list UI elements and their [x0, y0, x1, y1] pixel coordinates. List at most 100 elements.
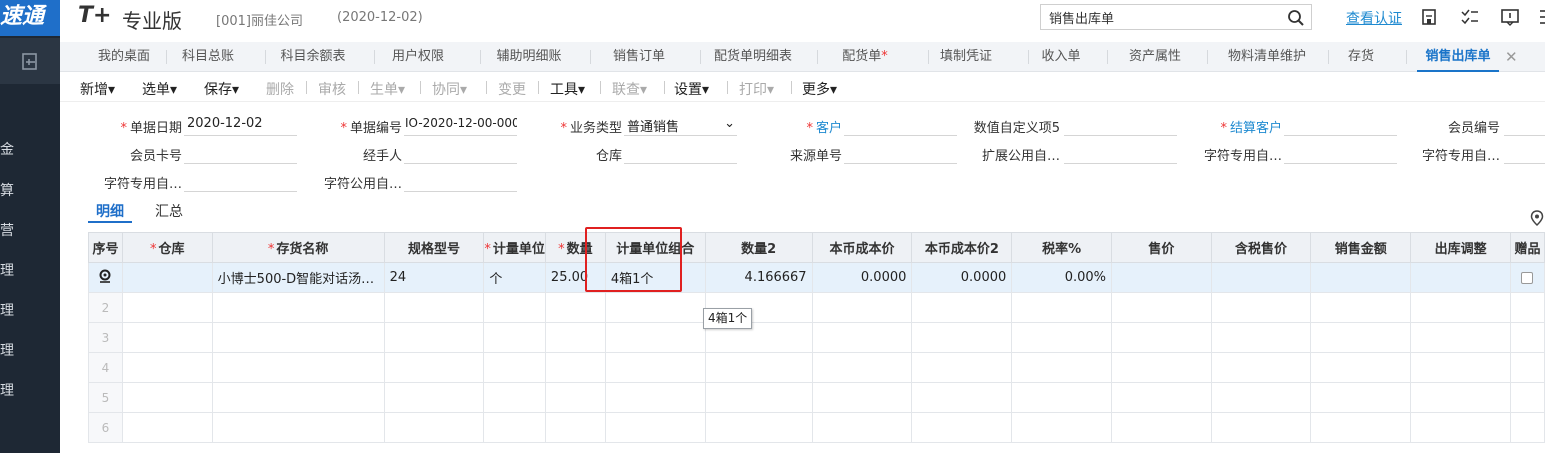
table-row[interactable]: 5: [88, 382, 1545, 413]
date-field[interactable]: 2020-12-02: [184, 116, 297, 136]
cell-qty2[interactable]: 4.166667: [704, 262, 813, 293]
col-header-qty2[interactable]: 数量2: [704, 232, 813, 263]
col-header-outbound-adjust[interactable]: 出库调整: [1410, 232, 1511, 263]
message-icon[interactable]: [1500, 7, 1520, 27]
delete-button[interactable]: 删除: [266, 79, 294, 99]
code-field[interactable]: IO-2020-12-00-0001: [404, 116, 517, 136]
sidebar-item-2[interactable]: 算: [0, 180, 20, 200]
change-button[interactable]: 变更: [498, 79, 526, 99]
cell-unit[interactable]: 个: [483, 262, 546, 293]
cell-price[interactable]: [1111, 262, 1212, 293]
link-query-button[interactable]: 联查▾: [612, 79, 647, 99]
location-pin-icon[interactable]: [1530, 210, 1544, 226]
tab-fill-voucher[interactable]: 填制凭证: [932, 42, 1000, 72]
col-header-tax-price[interactable]: 含税售价: [1210, 232, 1312, 263]
gift-checkbox[interactable]: [1521, 271, 1534, 284]
col-header-item-name[interactable]: * 存货名称: [211, 232, 385, 263]
tab-user-permissions[interactable]: 用户权限: [382, 42, 454, 72]
new-button[interactable]: 新增▾: [80, 79, 115, 99]
sidebar-item-5[interactable]: 理: [0, 300, 20, 320]
close-tab-icon[interactable]: ✕: [1505, 48, 1518, 66]
char-custom-field-2[interactable]: [1504, 144, 1545, 164]
select-button[interactable]: 选单▾: [142, 79, 177, 99]
handler-field[interactable]: [404, 144, 517, 164]
sidebar-item-6[interactable]: 理: [0, 340, 20, 360]
tools-button[interactable]: 工具▾: [550, 79, 585, 99]
sidebar-shortcut-tile[interactable]: [0, 38, 60, 84]
cell-sales-amount[interactable]: [1310, 262, 1412, 293]
customer-label[interactable]: * 客户: [770, 117, 842, 136]
col-header-spec[interactable]: 规格型号: [383, 232, 485, 263]
char-custom-field-3[interactable]: [184, 172, 297, 192]
col-header-unit[interactable]: * 计量单位: [483, 232, 546, 263]
tab-sales-order[interactable]: 销售订单: [598, 42, 680, 72]
menu-icon[interactable]: [1538, 7, 1545, 27]
cell-unit-combo[interactable]: 4箱1个: [604, 262, 706, 293]
col-header-gift[interactable]: 赠品: [1509, 232, 1545, 263]
tab-inventory[interactable]: 存货: [1340, 42, 1382, 72]
search-icon[interactable]: [1287, 9, 1305, 27]
row-gear-icon[interactable]: [97, 268, 113, 284]
tab-asset-attributes[interactable]: 资产属性: [1120, 42, 1190, 72]
cell-tax-rate[interactable]: 0.00%: [1011, 262, 1113, 293]
table-row[interactable]: 2: [88, 292, 1545, 323]
tab-bom-maintenance[interactable]: 物料清单维护: [1220, 42, 1314, 72]
sidebar-item-3[interactable]: 营: [0, 220, 20, 240]
custom5-field[interactable]: [1064, 116, 1177, 136]
audit-button[interactable]: 审核: [318, 79, 346, 99]
cell-tax-price[interactable]: [1210, 262, 1312, 293]
tab-ledger[interactable]: 科目总账: [172, 42, 244, 72]
cell-qty[interactable]: 25.00: [544, 262, 606, 293]
tab-my-desktop[interactable]: 我的桌面: [88, 42, 160, 72]
col-header-price[interactable]: 售价: [1111, 232, 1212, 263]
source-no-field[interactable]: [844, 144, 957, 164]
col-header-cost[interactable]: 本币成本价: [811, 232, 913, 263]
more-button[interactable]: 更多▾: [802, 79, 837, 99]
customer-field[interactable]: [844, 116, 957, 136]
col-header-qty[interactable]: * 数量: [544, 232, 606, 263]
table-row[interactable]: 3: [88, 322, 1545, 353]
table-row[interactable]: 4: [88, 352, 1545, 383]
view-certification-link[interactable]: 查看认证: [1346, 8, 1402, 28]
generate-button[interactable]: 生单▾: [370, 79, 405, 99]
member-card-field[interactable]: [184, 144, 297, 164]
cell-cost2[interactable]: 0.0000: [911, 262, 1013, 293]
char-public-field[interactable]: [404, 172, 517, 192]
table-row[interactable]: 小博士500-D智能对话汤… 24 个 25.00 4箱1个 4.166667 …: [88, 262, 1545, 293]
cell-warehouse[interactable]: [121, 262, 213, 293]
tab-balance-sheet[interactable]: 科目余额表: [272, 42, 354, 72]
char-custom-field-1[interactable]: [1284, 144, 1397, 164]
cell-gift[interactable]: [1509, 262, 1545, 293]
cell-outbound-adjust[interactable]: [1410, 262, 1511, 293]
col-header-tax-rate[interactable]: 税率%: [1011, 232, 1113, 263]
function-search-box[interactable]: [1040, 4, 1312, 30]
tab-allocation-detail[interactable]: 配货单明细表: [706, 42, 800, 72]
row-settings-cell[interactable]: [88, 262, 123, 293]
collaborate-button[interactable]: 协同▾: [432, 79, 467, 99]
col-header-cost2[interactable]: 本币成本价2: [911, 232, 1013, 263]
member-no-field[interactable]: [1504, 116, 1545, 136]
save-button[interactable]: 保存▾: [204, 79, 239, 99]
tab-detail[interactable]: 明细: [96, 201, 124, 221]
print-button[interactable]: 打印▾: [739, 79, 774, 99]
warehouse-field[interactable]: [624, 144, 737, 164]
biz-type-select[interactable]: 普通销售 ⌄: [624, 116, 737, 136]
sidebar-item-4[interactable]: 理: [0, 260, 20, 280]
search-input[interactable]: [1041, 5, 1281, 29]
settle-customer-field[interactable]: [1284, 116, 1397, 136]
col-header-unit-combo[interactable]: 计量单位组合: [604, 232, 706, 263]
tab-aux-detail[interactable]: 辅助明细账: [488, 42, 570, 72]
settings-button[interactable]: 设置▾: [674, 79, 709, 99]
cell-cost[interactable]: 0.0000: [811, 262, 913, 293]
tab-allocation-order[interactable]: 配货单*: [825, 42, 905, 72]
col-header-sales-amount[interactable]: 销售金额: [1310, 232, 1412, 263]
tab-sales-outbound[interactable]: 销售出库单: [1417, 42, 1499, 72]
tab-summary[interactable]: 汇总: [155, 201, 183, 221]
checklist-icon[interactable]: [1460, 7, 1480, 27]
sidebar-item-7[interactable]: 理: [0, 380, 20, 400]
col-header-warehouse[interactable]: * 仓库: [121, 232, 213, 263]
ext-public-field[interactable]: [1064, 144, 1177, 164]
settle-customer-label[interactable]: * 结算客户: [1200, 117, 1282, 136]
sidebar-item-1[interactable]: 金: [0, 139, 20, 159]
cell-item-name[interactable]: 小博士500-D智能对话汤…: [211, 262, 385, 293]
